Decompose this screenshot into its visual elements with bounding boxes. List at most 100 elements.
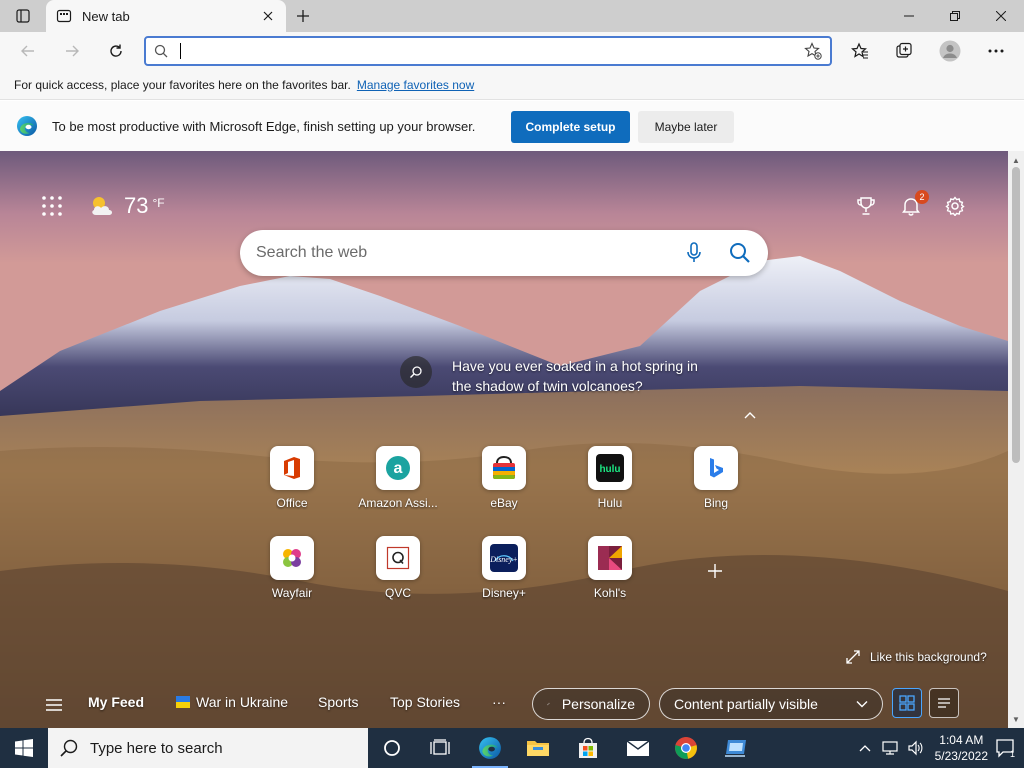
background-tip-text[interactable]: Have you ever soaked in a hot spring in …: [452, 356, 712, 396]
address-input[interactable]: [181, 43, 804, 59]
notifications-button[interactable]: 2: [897, 190, 929, 220]
voice-search-button[interactable]: [676, 235, 712, 271]
personalize-button[interactable]: Personalize: [532, 688, 650, 720]
apps-launcher-icon[interactable]: [38, 192, 66, 220]
taskbar-edge[interactable]: [466, 728, 514, 768]
address-bar[interactable]: [144, 36, 832, 66]
edge-logo-icon: [17, 116, 37, 136]
restore-icon: [950, 11, 960, 21]
taskbar-search-text[interactable]: Type here to search: [90, 740, 223, 757]
amazon-icon: a: [376, 446, 420, 490]
plus-icon: [708, 564, 722, 578]
partly-cloudy-icon[interactable]: [88, 193, 116, 219]
feed-tab-label: War in Ukraine: [196, 694, 289, 710]
content-visibility-label: Content partially visible: [674, 696, 818, 712]
action-center-button[interactable]: 1: [988, 728, 1024, 768]
tab-actions-icon: [16, 9, 30, 23]
restore-button[interactable]: [932, 0, 978, 32]
favorites-star-icon: [851, 42, 868, 59]
feed-tab-ukraine[interactable]: War in Ukraine: [176, 694, 288, 710]
favorites-button[interactable]: [842, 32, 878, 70]
refresh-icon: [110, 44, 122, 57]
content-visibility-dropdown[interactable]: Content partially visible: [659, 688, 883, 720]
forward-button[interactable]: [54, 35, 90, 67]
feed-tab-my-feed[interactable]: My Feed: [88, 694, 144, 710]
web-search-submit-button[interactable]: [722, 235, 758, 271]
refresh-button[interactable]: [98, 35, 134, 67]
more-options-icon: [988, 49, 1004, 53]
feed-more-button[interactable]: ···: [492, 694, 506, 710]
collapse-chevron-icon[interactable]: [744, 406, 756, 422]
complete-setup-button[interactable]: Complete setup: [511, 111, 630, 143]
weather-temperature[interactable]: 73: [124, 193, 148, 219]
minimize-button[interactable]: [886, 0, 932, 32]
tile-office[interactable]: Office: [247, 446, 337, 526]
rewards-button[interactable]: [852, 192, 880, 220]
tile-label: Amazon Assi...: [358, 496, 438, 510]
feed-navigation: My Feed War in Ukraine Sports Top Storie…: [0, 682, 1008, 728]
settings-menu-button[interactable]: [978, 32, 1014, 70]
network-icon[interactable]: [881, 740, 899, 756]
tile-qvc[interactable]: QVC: [353, 536, 443, 616]
profile-button[interactable]: [932, 32, 968, 70]
back-button[interactable]: [10, 35, 46, 67]
web-search-box[interactable]: Search the web: [240, 230, 768, 276]
taskbar-store[interactable]: [564, 728, 612, 768]
chevron-up-icon[interactable]: [859, 744, 871, 752]
scrollbar-thumb[interactable]: [1012, 167, 1020, 463]
tab-actions-button[interactable]: [0, 0, 46, 32]
like-background-link[interactable]: Like this background?: [846, 650, 987, 664]
image-search-icon[interactable]: [400, 356, 432, 388]
title-bar: New tab: [0, 0, 1024, 32]
grid-layout-button[interactable]: [892, 688, 922, 718]
start-button[interactable]: [0, 728, 48, 768]
taskbar-remote-desktop[interactable]: [712, 728, 760, 768]
svg-text:Disney+: Disney+: [490, 555, 518, 564]
edge-icon: [479, 737, 501, 759]
tile-ebay[interactable]: eBay: [459, 446, 549, 526]
taskbar-chrome[interactable]: [662, 728, 710, 768]
taskbar-clock[interactable]: 1:04 AM 5/23/2022: [935, 732, 988, 764]
tile-wayfair[interactable]: Wayfair: [247, 536, 337, 616]
close-window-button[interactable]: [978, 0, 1024, 32]
taskbar-mail[interactable]: [614, 728, 662, 768]
gear-icon: [945, 196, 965, 216]
feed-tab-sports[interactable]: Sports: [318, 694, 358, 710]
cortana-button[interactable]: [368, 728, 416, 768]
list-layout-button[interactable]: [929, 688, 959, 718]
page-scrollbar[interactable]: ▲ ▼: [1008, 151, 1024, 728]
add-shortcut-button[interactable]: [704, 560, 726, 582]
tile-kohls[interactable]: Kohl's: [565, 536, 655, 616]
system-tray: 1:04 AM 5/23/2022: [859, 728, 988, 768]
tab-new-tab[interactable]: New tab: [46, 0, 286, 32]
tile-disney-plus[interactable]: Disney+ Disney+: [459, 536, 549, 616]
scroll-down-arrow[interactable]: ▼: [1008, 712, 1024, 726]
notification-center-icon: 1: [996, 739, 1015, 758]
tab-title: New tab: [82, 8, 130, 24]
favorites-bar: For quick access, place your favorites h…: [0, 70, 1024, 100]
tile-bing[interactable]: Bing: [671, 446, 761, 526]
scroll-up-arrow[interactable]: ▲: [1008, 153, 1024, 167]
search-icon: [60, 739, 78, 757]
list-view-icon: [938, 698, 950, 708]
maybe-later-button[interactable]: Maybe later: [638, 111, 734, 143]
like-background-text[interactable]: Like this background?: [870, 650, 987, 664]
add-favorite-icon[interactable]: [804, 42, 822, 60]
tile-hulu[interactable]: hulu Hulu: [565, 446, 655, 526]
collections-icon: [896, 42, 912, 58]
tile-amazon-assistant[interactable]: a Amazon Assi...: [353, 446, 443, 526]
forward-arrow-icon: [66, 45, 79, 57]
background-info[interactable]: Have you ever soaked in a hot spring in …: [400, 356, 712, 396]
taskbar-file-explorer[interactable]: [514, 728, 562, 768]
taskbar-search-box[interactable]: Type here to search: [48, 728, 368, 768]
new-tab-button[interactable]: [286, 0, 320, 32]
close-tab-icon[interactable]: [260, 8, 276, 24]
task-view-button[interactable]: [416, 728, 464, 768]
page-settings-button[interactable]: [941, 192, 969, 220]
manage-favorites-link[interactable]: Manage favorites now: [357, 78, 474, 92]
hamburger-menu-icon[interactable]: [44, 696, 64, 714]
feed-tab-top-stories[interactable]: Top Stories: [390, 694, 460, 710]
web-search-placeholder[interactable]: Search the web: [256, 244, 676, 262]
volume-icon[interactable]: [907, 740, 923, 756]
collections-button[interactable]: [886, 32, 922, 70]
